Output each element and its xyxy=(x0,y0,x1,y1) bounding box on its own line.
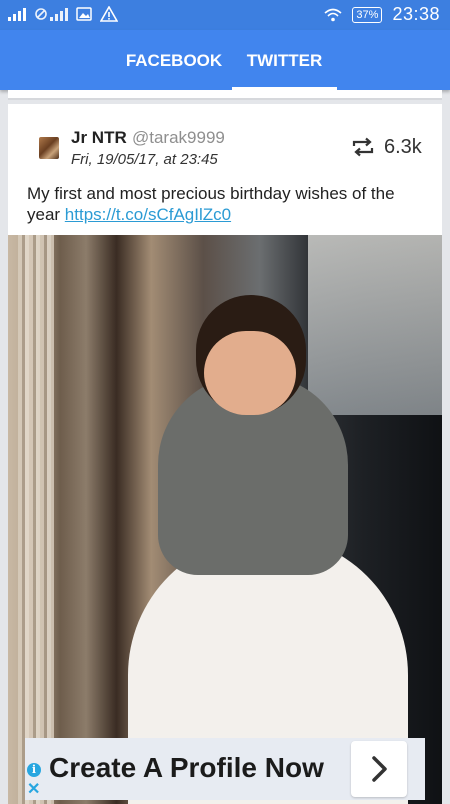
ad-banner[interactable]: Create A Profile Now xyxy=(25,738,425,800)
signal-icon xyxy=(8,7,26,21)
photo-wall xyxy=(308,235,442,415)
ad-info-icon[interactable]: i xyxy=(27,763,41,777)
tweet-date: Fri, 19/05/17, at 23:45 xyxy=(71,151,218,168)
clock: 23:38 xyxy=(392,4,440,24)
author-handle[interactable]: @tarak9999 xyxy=(132,128,225,148)
previous-card-edge xyxy=(8,90,442,100)
chevron-right-icon xyxy=(372,756,387,782)
author-name[interactable]: Jr NTR xyxy=(71,128,127,148)
ad-text[interactable]: Create A Profile Now xyxy=(49,752,324,784)
ad-close-icon[interactable]: ✕ xyxy=(27,782,40,798)
no-signal-icon xyxy=(34,7,68,21)
ad-arrow-button[interactable] xyxy=(351,741,407,797)
tweet-text: My first and most precious birthday wish… xyxy=(27,183,427,225)
tweet-link[interactable]: https://t.co/sCfAgIlZc0 xyxy=(65,205,231,224)
tab-twitter[interactable]: TWITTER xyxy=(232,30,337,90)
battery-indicator: 37% xyxy=(352,6,383,23)
warning-icon xyxy=(100,6,118,22)
tab-twitter-label: TWITTER xyxy=(246,51,323,70)
photo-child-face xyxy=(204,331,296,415)
status-bar: 37% 23:38 xyxy=(0,0,450,30)
tab-facebook[interactable]: FACEBOOK xyxy=(118,30,230,90)
tab-bar: FACEBOOK TWITTER xyxy=(0,30,450,90)
image-icon xyxy=(76,7,92,21)
avatar[interactable] xyxy=(39,137,59,159)
wifi-icon xyxy=(324,8,342,21)
tweet-photo[interactable] xyxy=(8,235,442,804)
photo-curtain xyxy=(18,235,54,804)
retweet-icon[interactable] xyxy=(351,135,375,159)
retweet-count: 6.3k xyxy=(384,136,422,158)
tweet-card[interactable]: Jr NTR @tarak9999 Fri, 19/05/17, at 23:4… xyxy=(8,104,442,804)
